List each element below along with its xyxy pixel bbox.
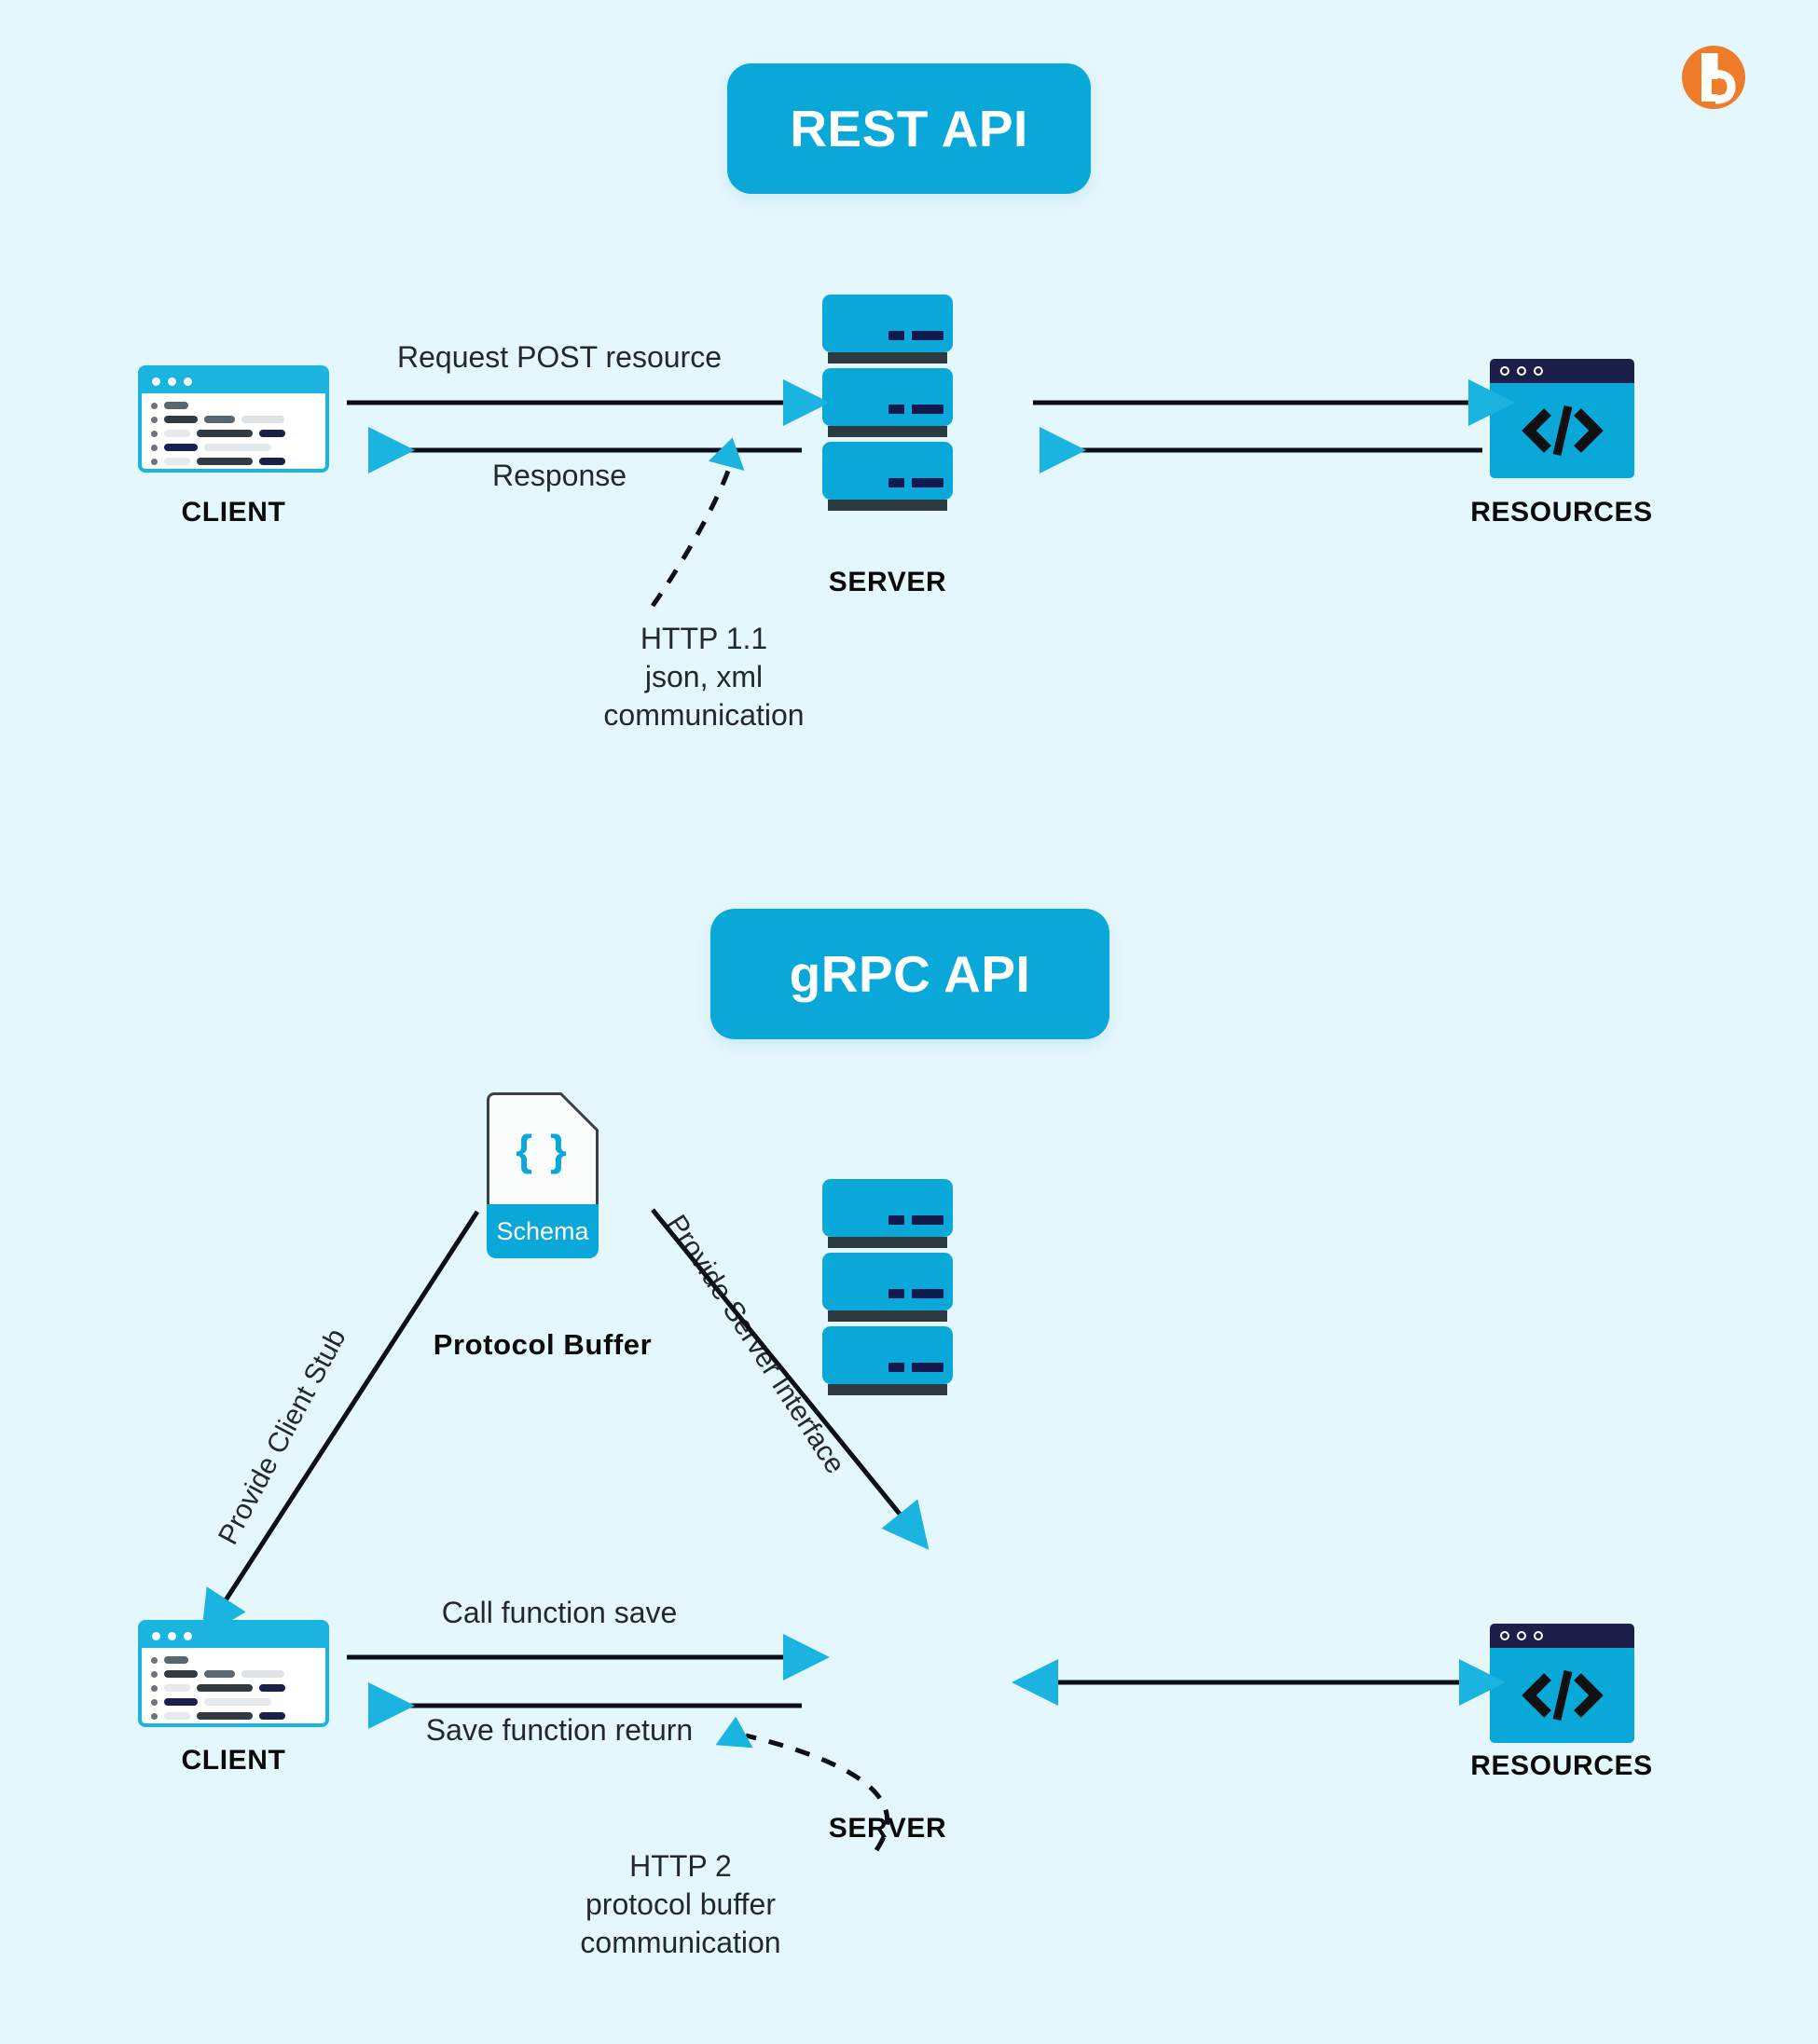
code-icon bbox=[1490, 1648, 1634, 1743]
rest-api-section-title: REST API bbox=[727, 63, 1091, 194]
window-dot-icon bbox=[1500, 1631, 1509, 1640]
window-dot-icon bbox=[1534, 1631, 1543, 1640]
window-dot-icon bbox=[168, 377, 176, 386]
grpc-client-icon bbox=[138, 1620, 329, 1727]
rest-client-icon bbox=[138, 365, 329, 473]
window-dot-icon bbox=[152, 1631, 160, 1640]
brand-logo-icon bbox=[1678, 42, 1749, 113]
rest-server-icon bbox=[822, 295, 953, 515]
rest-server-label: SERVER bbox=[828, 567, 947, 597]
grpc-flow-label-client-stub: Provide Client Stub bbox=[212, 1324, 352, 1550]
rest-flow-label-response: Response bbox=[491, 459, 627, 492]
schema-footer-label: Schema bbox=[487, 1204, 599, 1258]
resources-titlebar bbox=[1490, 1624, 1634, 1648]
code-icon bbox=[1490, 383, 1634, 478]
window-dot-icon bbox=[184, 377, 192, 386]
window-dot-icon bbox=[152, 377, 160, 386]
grpc-flow-label-call: Call function save bbox=[441, 1596, 678, 1629]
grpc-resources-label: RESOURCES bbox=[1470, 1750, 1653, 1781]
client-content bbox=[142, 393, 325, 465]
braces-icon: { } bbox=[516, 1125, 570, 1174]
grpc-server-icon bbox=[822, 1179, 953, 1400]
window-dot-icon bbox=[1534, 366, 1543, 376]
grpc-protocol-annotation: HTTP 2 protocol buffer communication bbox=[580, 1849, 781, 1959]
window-dot-icon bbox=[1517, 1631, 1526, 1640]
rest-flow-label-request: Request POST resource bbox=[396, 340, 722, 374]
rest-resources-label: RESOURCES bbox=[1470, 497, 1653, 528]
grpc-api-section-title: gRPC API bbox=[710, 909, 1109, 1039]
grpc-client-label: CLIENT bbox=[181, 1745, 286, 1776]
grpc-resources-icon bbox=[1490, 1624, 1634, 1743]
grpc-server-label: SERVER bbox=[828, 1813, 947, 1844]
protocol-buffer-schema-icon: { } Schema bbox=[487, 1092, 599, 1258]
client-content bbox=[142, 1648, 325, 1720]
window-dot-icon bbox=[184, 1631, 192, 1640]
grpc-arrow-client-stub bbox=[200, 1210, 480, 1639]
rest-protocol-annotation: HTTP 1.1 json, xml communication bbox=[603, 622, 805, 732]
protocol-buffer-label: Protocol Buffer bbox=[433, 1328, 653, 1361]
diagram-canvas: REST API CLIENT SERVER RESOURCES Request… bbox=[0, 0, 1818, 2044]
resources-titlebar bbox=[1490, 359, 1634, 383]
window-dot-icon bbox=[1500, 366, 1509, 376]
rest-client-label: CLIENT bbox=[181, 497, 286, 528]
window-dot-icon bbox=[168, 1631, 176, 1640]
window-dot-icon bbox=[1517, 366, 1526, 376]
grpc-flow-label-return: Save function return bbox=[425, 1713, 694, 1747]
rest-resources-icon bbox=[1490, 359, 1634, 478]
